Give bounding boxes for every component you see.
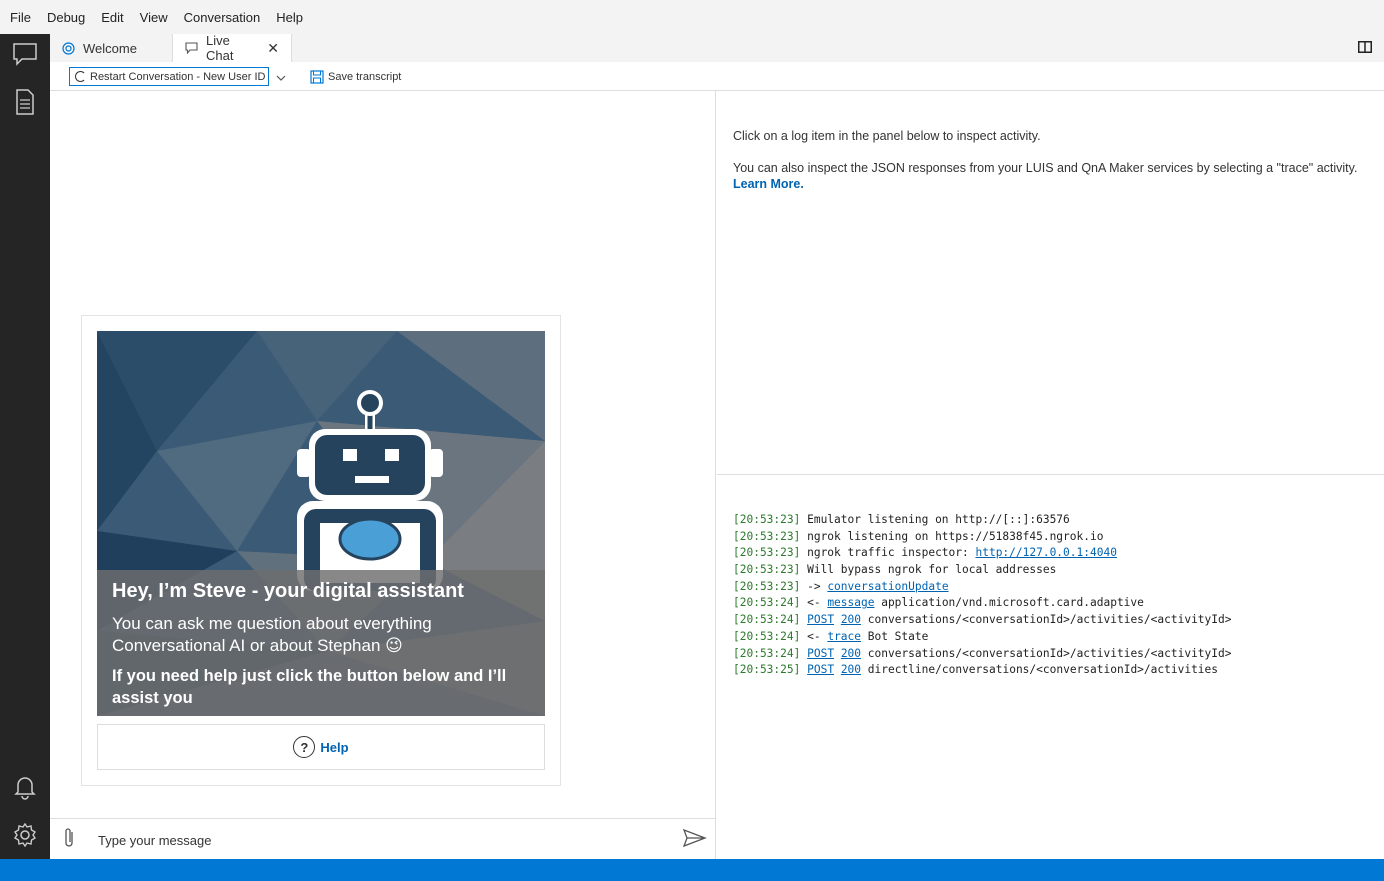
globe-icon <box>62 41 75 55</box>
paperclip-icon[interactable] <box>62 827 76 854</box>
close-icon[interactable]: ✕ <box>267 40 279 57</box>
log-text: Emulator listening on http://[::]:63576 <box>800 513 1070 526</box>
log-link[interactable]: conversationUpdate <box>827 580 948 593</box>
log-timestamp: [20:53:24] <box>733 613 801 627</box>
menu-view[interactable]: View <box>140 10 168 25</box>
chat-toolbar: Restart Conversation - New User ID Save … <box>50 62 1384 91</box>
log-link[interactable]: POST <box>807 647 834 660</box>
save-icon <box>310 70 324 84</box>
chat-pane: Hey, I’m Steve - your digital assistant … <box>50 91 716 859</box>
log-text: ngrok listening on https://51838f45.ngro… <box>800 529 1104 543</box>
log-timestamp: [20:53:23] <box>733 529 801 543</box>
log-status-link[interactable]: 200 <box>841 647 861 660</box>
log-row[interactable]: [20:53:24] POST 200 conversations/<conve… <box>733 613 1384 630</box>
log-timestamp: [20:53:23] <box>733 513 801 526</box>
save-transcript-button[interactable]: Save transcript <box>310 70 401 84</box>
menu-debug[interactable]: Debug <box>47 10 85 25</box>
message-input[interactable] <box>98 829 678 851</box>
adaptive-card: Hey, I’m Steve - your digital assistant … <box>81 315 561 786</box>
inspector-trace-hint: You can also inspect the JSON responses … <box>733 161 1358 175</box>
log-text: ngrok traffic inspector: <box>800 546 976 560</box>
log-text: -> <box>800 579 828 593</box>
card-title: Hey, I’m Steve - your digital assistant <box>112 580 464 602</box>
log-text: <- <box>800 629 828 643</box>
log-timestamp: [20:53:24] <box>733 646 801 660</box>
help-label: Help <box>320 739 349 755</box>
log-timestamp: [20:53:25] <box>733 663 801 677</box>
chat-icon <box>185 42 198 54</box>
log-timestamp: [20:53:23] <box>733 546 801 560</box>
log-row[interactable]: [20:53:24] POST 200 conversations/<conve… <box>733 647 1384 664</box>
log-status-link[interactable]: 200 <box>841 663 861 676</box>
log-text: Will bypass ngrok for local addresses <box>800 563 1057 577</box>
learn-more-link[interactable]: Learn More. <box>733 177 1384 191</box>
log-link[interactable]: trace <box>827 630 861 643</box>
menu-conversation[interactable]: Conversation <box>184 10 261 25</box>
log-row[interactable]: [20:53:23] Emulator listening on http://… <box>733 513 1384 530</box>
log-timestamp: [20:53:23] <box>733 579 801 593</box>
log-link[interactable]: POST <box>807 613 834 626</box>
status-bar <box>0 859 1384 881</box>
inspector-hint: Click on a log item in the panel below t… <box>733 129 1041 143</box>
save-transcript-label: Save transcript <box>328 71 402 83</box>
document-icon[interactable] <box>10 87 40 117</box>
log-text: conversations/<conversationId>/activitie… <box>861 646 1232 660</box>
card-text-overlay: Hey, I’m Steve - your digital assistant … <box>97 570 545 716</box>
chat-icon[interactable] <box>10 39 40 69</box>
menu-help[interactable]: Help <box>276 10 303 25</box>
gear-icon[interactable] <box>10 820 40 850</box>
send-icon[interactable] <box>682 828 707 853</box>
log-row[interactable]: [20:53:23] ngrok listening on https://51… <box>733 530 1384 547</box>
card-help-text: If you need help just click the button b… <box>112 667 507 707</box>
log-timestamp: [20:53:23] <box>733 563 801 577</box>
log-link[interactable]: POST <box>807 663 834 676</box>
help-button[interactable]: ? Help <box>97 724 545 770</box>
menu-file[interactable]: File <box>10 10 31 25</box>
inspector-pane: Click on a log item in the panel below t… <box>717 91 1384 475</box>
log-timestamp: [20:53:24] <box>733 596 801 610</box>
split-editor-icon[interactable] <box>1358 40 1372 58</box>
message-input-bar <box>50 818 715 859</box>
menu-edit[interactable]: Edit <box>101 10 123 25</box>
restart-conversation-label: Restart Conversation - New User ID <box>90 70 266 83</box>
tab-live-chat-label: Live Chat <box>206 33 234 63</box>
tab-live-chat[interactable]: Live Chat ✕ <box>172 33 292 63</box>
log-row[interactable]: [20:53:23] -> conversationUpdate <box>733 580 1384 597</box>
log-row[interactable]: [20:53:24] <- message application/vnd.mi… <box>733 596 1384 613</box>
log-link[interactable]: http://127.0.0.1:4040 <box>975 546 1116 559</box>
log-row[interactable]: [20:53:23] ngrok traffic inspector: http… <box>733 546 1384 563</box>
log-timestamp: [20:53:24] <box>733 629 801 643</box>
activity-bar <box>0 34 50 859</box>
log-panel: [20:53:23] Emulator listening on http://… <box>717 476 1384 859</box>
log-status-link[interactable]: 200 <box>841 613 861 626</box>
log-row[interactable]: [20:53:24] <- trace Bot State <box>733 630 1384 647</box>
card-body: You can ask me question about everything… <box>112 614 432 655</box>
log-row[interactable]: [20:53:23] Will bypass ngrok for local a… <box>733 563 1384 580</box>
log-row[interactable]: [20:53:25] POST 200 directline/conversat… <box>733 663 1384 680</box>
log-text: directline/conversations/<conversationId… <box>861 663 1219 677</box>
refresh-icon <box>75 71 86 82</box>
question-icon: ? <box>293 736 316 758</box>
log-text: application/vnd.microsoft.card.adaptive <box>874 596 1144 610</box>
tab-welcome[interactable]: Welcome <box>50 34 172 62</box>
bell-icon[interactable] <box>10 772 40 802</box>
menu-bar: File Debug Edit View Conversation Help <box>0 0 1384 34</box>
log-text: <- <box>800 596 828 610</box>
log-link[interactable]: message <box>827 596 874 609</box>
log-text: conversations/<conversationId>/activitie… <box>861 613 1232 627</box>
chevron-down-icon[interactable] <box>276 69 286 87</box>
restart-conversation-button[interactable]: Restart Conversation - New User ID <box>69 67 269 86</box>
log-text: Bot State <box>861 629 929 643</box>
tab-bar: Welcome Live Chat ✕ <box>50 33 1384 63</box>
tab-welcome-label: Welcome <box>83 40 137 56</box>
